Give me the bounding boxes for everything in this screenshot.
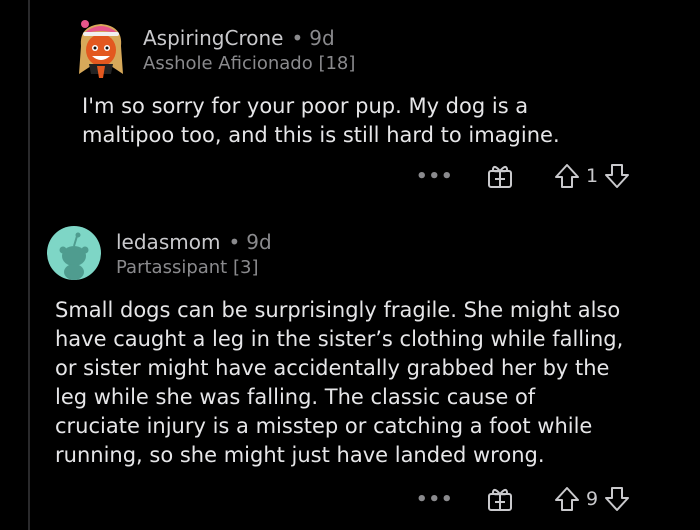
user-flair: Partassipant [3] [116,257,259,278]
award-button[interactable] [486,163,514,189]
comment-body-line: running, so she might just have landed w… [55,443,545,467]
comment-body-line: cruciate injury is a misstep or catching… [55,414,593,438]
comment: AspiringCrone • 9d Asshole Aficionado [1… [0,0,700,200]
upvote-button[interactable] [554,486,580,512]
upvote-button[interactable] [554,163,580,189]
comment-body-line: maltipoo too, and this is still hard to … [82,123,560,147]
comment-body: Small dogs can be surprisingly fragile. … [55,296,695,470]
comment-actions: ••• 9 [416,485,630,513]
comment-body-line: have caught a leg in the sister’s clothi… [55,327,624,351]
more-options-button[interactable]: ••• [416,489,453,510]
username[interactable]: ledasmom [116,230,220,254]
comment-body-line: leg while she was falling. The classic c… [55,385,536,409]
comment-body-line: or sister might have accidentally grabbe… [55,356,610,380]
more-options-button[interactable]: ••• [416,166,453,187]
comment-body-line: Small dogs can be surprisingly fragile. … [55,298,621,322]
aspiringcrone-avatar-icon [79,20,123,78]
separator-dot: • [228,230,241,254]
vote-score: 1 [586,165,599,187]
vote-score: 9 [586,488,599,510]
upvote-arrow-icon [555,164,579,188]
separator-dot: • [291,26,304,50]
comment-age: 9d [309,26,335,50]
username[interactable]: AspiringCrone [143,26,283,50]
avatar[interactable] [75,16,127,78]
comment-age: 9d [246,230,272,254]
comment: ledasmom • 9d Partassipant [3] Small dog… [0,200,700,530]
award-button[interactable] [486,486,514,512]
comment-header: AspiringCrone • 9d [143,26,335,50]
gift-icon [488,165,512,188]
comment-actions: ••• 1 [416,162,630,190]
upvote-arrow-icon [555,487,579,511]
avatar[interactable] [47,226,101,280]
comment-body-line: I'm so sorry for your poor pup. My dog i… [82,94,529,118]
user-flair: Asshole Aficionado [18] [143,53,356,74]
gift-icon [488,488,512,511]
comment-header: ledasmom • 9d [116,230,272,254]
downvote-button[interactable] [604,486,630,512]
ledasmom-avatar-icon [47,226,101,280]
downvote-arrow-icon [605,487,630,511]
comment-body: I'm so sorry for your poor pup. My dog i… [82,92,682,150]
downvote-button[interactable] [604,163,630,189]
downvote-arrow-icon [605,164,630,188]
